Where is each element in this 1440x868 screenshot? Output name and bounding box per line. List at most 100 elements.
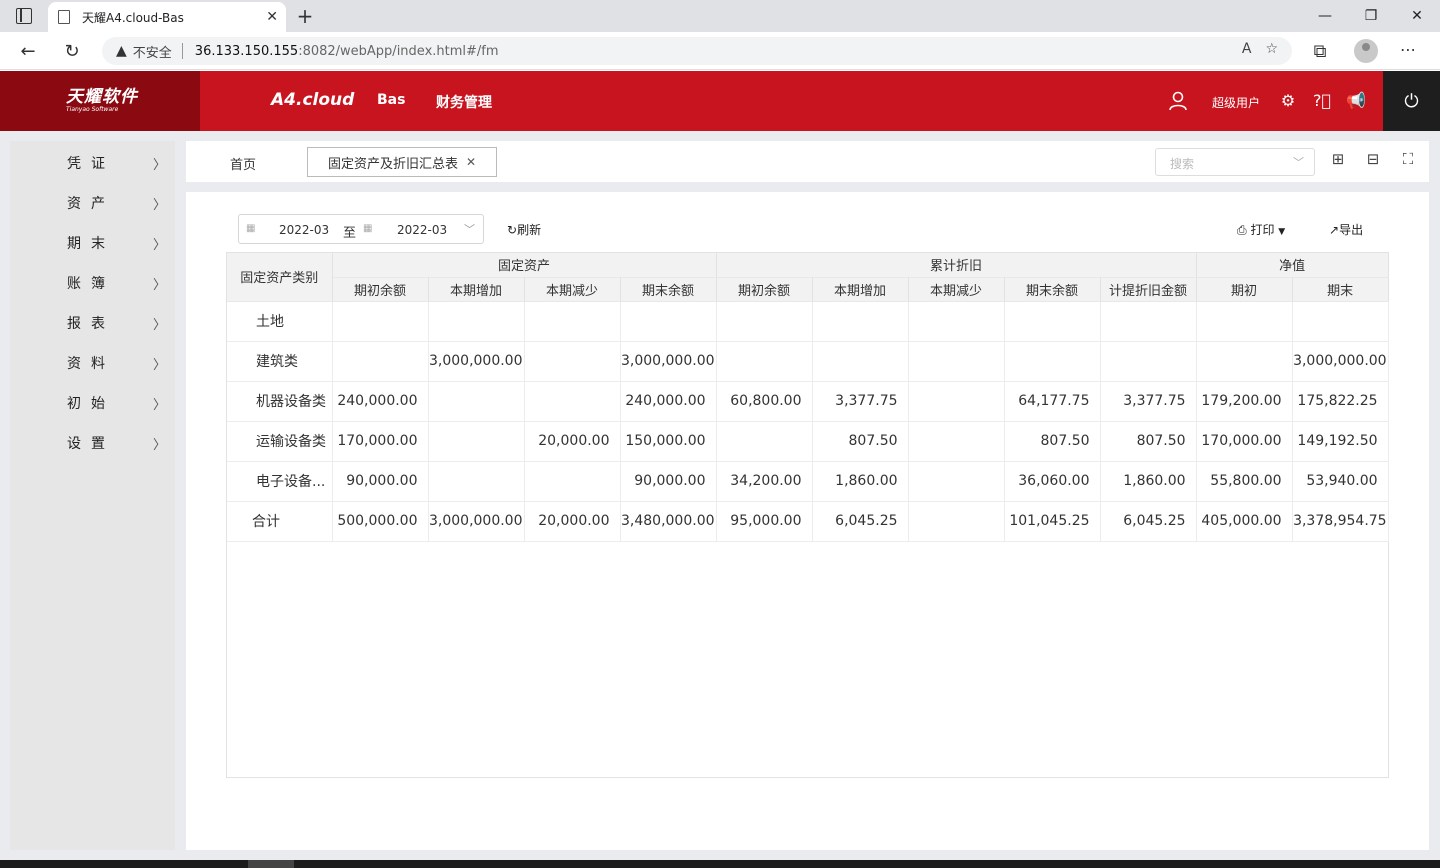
close-window-button[interactable]: ✕ bbox=[1394, 0, 1440, 32]
table-cell bbox=[812, 341, 909, 382]
printer-icon: ⎙ bbox=[1237, 223, 1247, 237]
table-row[interactable]: 合计 500,000.00 3,000,000.00 20,000.00 3,480,0… bbox=[227, 501, 1389, 542]
sidebar-item-assets[interactable]: 资产〉 bbox=[10, 183, 175, 223]
table-cell: 3,480,000.00 bbox=[620, 501, 717, 542]
table-cell: 150,000.00 bbox=[620, 421, 717, 462]
table-cell: 90,000.00 bbox=[620, 461, 717, 502]
read-aloud-icon[interactable]: A bbox=[1242, 41, 1252, 57]
external-link-icon: ↗ bbox=[1329, 223, 1340, 237]
username[interactable]: 超级用户 bbox=[1212, 94, 1260, 111]
menu-finance[interactable]: 财务管理 bbox=[436, 92, 492, 112]
table-cell bbox=[428, 381, 525, 422]
table-cell: 90,000.00 bbox=[332, 461, 429, 502]
browser-tab-title: 天耀A4.cloud-Bas bbox=[82, 10, 184, 25]
table-row[interactable]: 土地 bbox=[227, 301, 1389, 342]
export-button[interactable]: ↗导出 bbox=[1329, 221, 1363, 238]
tab-actions-icon[interactable] bbox=[16, 8, 32, 24]
logo-subtext: Tianyao Software bbox=[66, 106, 119, 113]
table-cell: 36,060.00 bbox=[1004, 461, 1101, 502]
date-from[interactable]: 2022-03 bbox=[279, 223, 329, 237]
more-menu-icon[interactable]: ⋯ bbox=[1400, 40, 1416, 59]
close-tab-icon[interactable]: ✕ bbox=[266, 9, 278, 25]
chevron-right-icon: 〉 bbox=[153, 277, 167, 293]
url-field[interactable]: ▲ 不安全 36.133.150.155:8082/webApp/index.h… bbox=[102, 37, 1292, 65]
url-host: 36.133.150.155 bbox=[194, 43, 299, 59]
table-row[interactable]: 电子设备... 90,000.00 90,000.00 34,200.00 1,860.… bbox=[227, 461, 1389, 502]
table-cell bbox=[524, 301, 621, 342]
favorite-icon[interactable]: ☆ bbox=[1265, 41, 1278, 57]
collections-icon[interactable]: ⧉ bbox=[1309, 40, 1331, 62]
sidebar-item-reports[interactable]: 报表〉 bbox=[10, 303, 175, 343]
table-cell bbox=[332, 301, 429, 342]
calendar-icon: ▦ bbox=[363, 223, 373, 234]
column-header: 计提折旧金额 bbox=[1100, 277, 1197, 302]
refresh-button[interactable]: ↻刷新 bbox=[507, 221, 541, 238]
sidebar-item-period-end[interactable]: 期末〉 bbox=[10, 223, 175, 263]
minimize-button[interactable]: — bbox=[1302, 0, 1348, 32]
table-cell bbox=[908, 381, 1005, 422]
tab-home[interactable]: 首页 bbox=[230, 154, 256, 173]
table-cell: 20,000.00 bbox=[524, 421, 621, 462]
table-row[interactable]: 机器设备类 240,000.00 240,000.00 60,800.00 3,377.… bbox=[227, 381, 1389, 422]
date-range-picker[interactable]: ▦ 2022-03 至 ▦ 2022-03 ﹀ bbox=[238, 214, 484, 244]
chevron-right-icon: 〉 bbox=[153, 237, 167, 253]
category-cell: 运输设备类 bbox=[227, 421, 333, 462]
sidebar-item-initial[interactable]: 初始〉 bbox=[10, 383, 175, 423]
logout-power-icon[interactable]: ⏻ bbox=[1383, 71, 1440, 131]
chevron-right-icon: 〉 bbox=[153, 437, 167, 453]
help-icon[interactable]: ?⃝ bbox=[1312, 91, 1332, 110]
sidebar-item-data[interactable]: 资料〉 bbox=[10, 343, 175, 383]
page-tabs: 首页 固定资产及折旧汇总表 ✕ 搜索 ﹀ ⊞ ⊟ ⛶ bbox=[186, 141, 1429, 182]
warning-icon: ▲ bbox=[116, 43, 127, 59]
column-header-category: 固定资产类别 bbox=[227, 253, 333, 302]
brand-title: A4.cloud bbox=[271, 90, 355, 110]
zoom-in-icon[interactable]: ⊞ bbox=[1328, 150, 1348, 170]
table-cell: 6,045.25 bbox=[812, 501, 909, 542]
category-cell: 合计 bbox=[227, 501, 333, 542]
logo: 天耀软件 Tianyao Software bbox=[0, 71, 200, 131]
address-bar-row: ← ↻ ▲ 不安全 36.133.150.155:8082/webApp/ind… bbox=[0, 32, 1440, 70]
tab-fixed-asset-summary[interactable]: 固定资产及折旧汇总表 ✕ bbox=[307, 147, 497, 177]
table-cell: 1,860.00 bbox=[812, 461, 909, 502]
date-to[interactable]: 2022-03 bbox=[397, 223, 447, 237]
search-placeholder: 搜索 bbox=[1170, 157, 1195, 171]
settings-icon[interactable]: ⚙ bbox=[1278, 91, 1298, 110]
restore-button[interactable]: ❐ bbox=[1348, 0, 1394, 32]
table-cell bbox=[1196, 341, 1293, 382]
close-icon[interactable]: ✕ bbox=[466, 155, 476, 169]
column-header: 本期减少 bbox=[524, 277, 621, 302]
table-row[interactable]: 建筑类 3,000,000.00 3,000,000.00 3,000,000.00 bbox=[227, 341, 1389, 382]
menu-bas[interactable]: Bas bbox=[377, 92, 405, 108]
column-header: 本期减少 bbox=[908, 277, 1005, 302]
column-header: 期初 bbox=[1196, 277, 1293, 302]
search-select[interactable]: 搜索 ﹀ bbox=[1155, 148, 1315, 176]
fullscreen-icon[interactable]: ⛶ bbox=[1398, 150, 1418, 170]
taskbar bbox=[0, 860, 1440, 868]
table-cell: 175,822.25 bbox=[1292, 381, 1389, 422]
table-cell: 405,000.00 bbox=[1196, 501, 1293, 542]
table-cell: 500,000.00 bbox=[332, 501, 429, 542]
sidebar-item-settings[interactable]: 设置〉 bbox=[10, 423, 175, 463]
table-row[interactable]: 运输设备类 170,000.00 20,000.00 150,000.00 807.50… bbox=[227, 421, 1389, 462]
print-button[interactable]: ⎙ 打印 ▼ bbox=[1237, 221, 1285, 238]
user-icon[interactable] bbox=[1168, 91, 1188, 115]
security-label[interactable]: 不安全 bbox=[133, 42, 172, 61]
chevron-right-icon: 〉 bbox=[153, 317, 167, 333]
table-cell: 101,045.25 bbox=[1004, 501, 1101, 542]
sidebar-item-voucher[interactable]: 凭证〉 bbox=[10, 143, 175, 183]
notification-icon[interactable]: 📢 bbox=[1346, 91, 1366, 110]
profile-avatar[interactable] bbox=[1354, 39, 1378, 63]
logo-text: 天耀软件 bbox=[66, 87, 138, 107]
table-cell: 3,377.75 bbox=[812, 381, 909, 422]
zoom-out-icon[interactable]: ⊟ bbox=[1363, 150, 1383, 170]
table-cell: 6,045.25 bbox=[1100, 501, 1197, 542]
sidebar: 凭证〉 资产〉 期末〉 账簿〉 报表〉 资料〉 初始〉 设置〉 bbox=[10, 141, 175, 850]
browser-tab[interactable]: 天耀A4.cloud-Bas ✕ bbox=[48, 2, 286, 32]
table-cell bbox=[428, 421, 525, 462]
url-path: :8082/webApp/index.html#/fm bbox=[298, 43, 499, 59]
new-tab-button[interactable]: + bbox=[292, 4, 318, 28]
reload-icon[interactable]: ↻ bbox=[61, 40, 83, 62]
column-header: 期末余额 bbox=[1004, 277, 1101, 302]
back-icon[interactable]: ← bbox=[17, 40, 39, 62]
sidebar-item-ledger[interactable]: 账簿〉 bbox=[10, 263, 175, 303]
